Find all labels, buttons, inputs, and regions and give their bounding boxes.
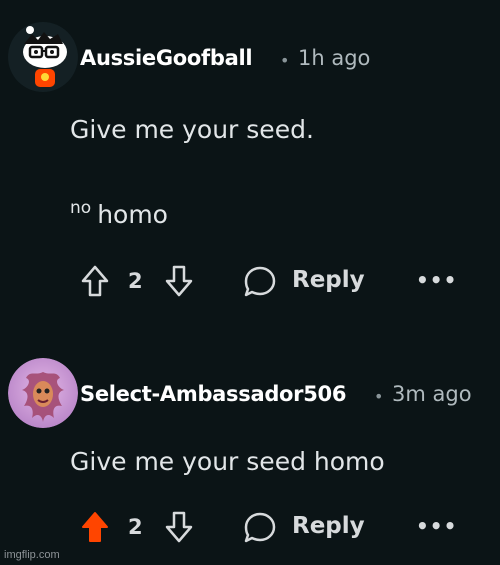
username[interactable]: Select-Ambassador506 (80, 382, 346, 406)
more-options-button[interactable]: ••• (416, 268, 457, 292)
separator-dot: • (280, 51, 290, 70)
downvote-arrow-icon (165, 265, 193, 297)
timestamp[interactable]: 3m ago (392, 382, 472, 406)
snoo-avatar-icon (8, 22, 78, 92)
upvote-button[interactable] (80, 264, 110, 298)
comment-body-line-2: no homo (70, 198, 168, 229)
downvote-button[interactable] (164, 264, 194, 298)
chat-bubble-icon (244, 512, 276, 543)
reply-button[interactable]: Reply (242, 262, 365, 302)
username[interactable]: AussieGoofball (80, 46, 253, 70)
downvote-arrow-icon (165, 511, 193, 543)
reply-label: Reply (292, 267, 365, 293)
vote-count: 2 (128, 269, 143, 293)
more-options-button[interactable]: ••• (416, 514, 457, 538)
reply-label: Reply (292, 513, 365, 539)
avatar[interactable] (8, 358, 78, 428)
watermark: imgflip.com (4, 549, 60, 561)
comment-body-line-1: Give me your seed. (70, 115, 314, 144)
avatar[interactable] (8, 22, 78, 92)
upvote-arrow-icon (81, 265, 109, 297)
downvote-button[interactable] (164, 510, 194, 544)
reply-button[interactable]: Reply (242, 508, 365, 548)
separator-dot: • (374, 387, 384, 406)
superscript-text: no (70, 198, 92, 218)
chat-bubble-icon (244, 266, 276, 297)
timestamp[interactable]: 1h ago (298, 46, 370, 70)
upvote-arrow-filled-icon (82, 512, 108, 542)
comment-body: Give me your seed homo (70, 447, 385, 476)
vote-count: 2 (128, 515, 143, 539)
creature-avatar-icon (8, 358, 78, 428)
comment-body-word: homo (97, 200, 168, 229)
upvote-button-active[interactable] (80, 510, 110, 544)
